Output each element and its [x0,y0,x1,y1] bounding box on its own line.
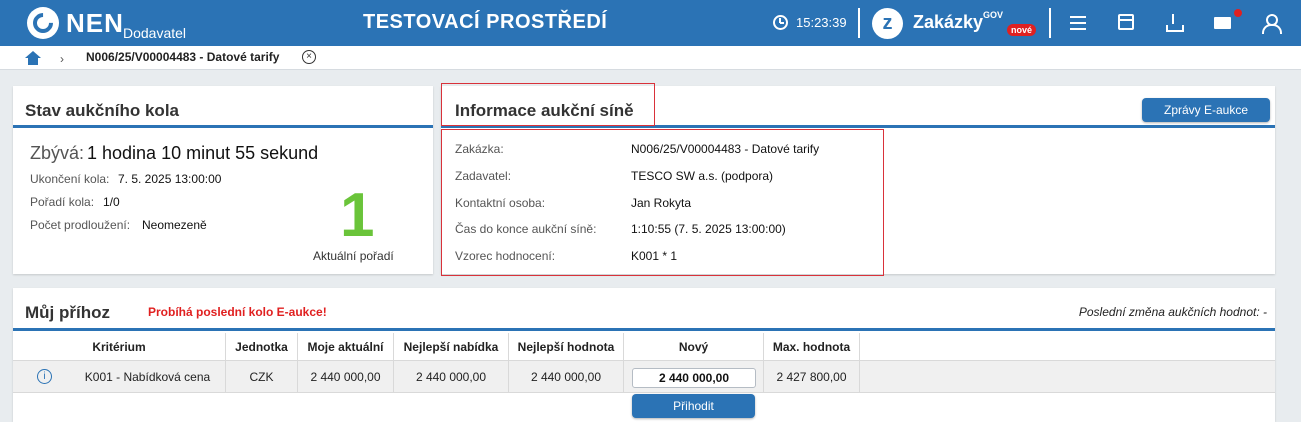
info-value: K001 * 1 [631,249,678,263]
info-value: Jan Rokyta [631,196,692,210]
close-tab-icon[interactable]: × [302,50,316,64]
user-icon[interactable] [1261,13,1282,34]
column-header-new: Nový [678,340,709,354]
new-badge: nové [1007,24,1037,36]
round-status-title: Stav aukčního kola [25,101,179,120]
extensions-label: Počet prodloužení: [30,218,131,232]
calendar-icon[interactable] [1118,14,1134,30]
info-label: Čas do konce aukční síně: [455,222,597,236]
info-value: N006/25/V00004483 - Datové tarify [631,142,820,156]
remaining-value: 1 hodina 10 minut 55 sekund [87,143,319,163]
divider [858,8,860,38]
zakazky-logo-icon[interactable]: z [872,8,903,39]
zakazky-link[interactable]: Zakázky [913,12,983,33]
mail-icon[interactable] [1214,17,1231,29]
auction-messages-button[interactable]: Zprávy E-aukce [1142,98,1270,122]
column-header-criterion: Kritérium [92,340,146,354]
divider [1049,8,1051,38]
round-end-label: Ukončení kola: [30,172,110,186]
place-bid-button[interactable]: Přihodit [632,394,755,418]
nen-logo-icon[interactable] [27,7,59,39]
chevron-right-icon: › [60,52,64,66]
logo-subtitle: Dodavatel [123,25,187,41]
download-icon[interactable] [1164,13,1184,33]
clock-icon [773,15,788,30]
logo-text[interactable]: NEN [66,8,124,39]
extensions-value: Neomezeně [142,218,207,232]
last-round-warning: Probíhá poslední kolo E-aukce! [148,305,327,319]
max-value-cell: 2 427 800,00 [776,370,847,384]
my-current-cell: 2 440 000,00 [310,370,381,384]
info-label: Vzorec hodnocení: [455,249,556,263]
current-rank-caption: Aktuální pořadí [313,249,394,263]
column-divider [859,333,860,392]
info-value: 1:10:55 (7. 5. 2025 13:00:00) [631,222,786,236]
info-value: TESCO SW a.s. (podpora) [631,169,774,183]
home-icon[interactable] [25,51,41,65]
auction-info-title: Informace aukční síně [455,101,634,120]
round-end-value: 7. 5. 2025 13:00:00 [118,172,222,186]
new-bid-input[interactable]: 2 440 000,00 [632,368,756,388]
column-header-best-offer: Nejlepší nabídka [403,340,499,354]
unit-cell: CZK [249,370,274,384]
title-rule [13,125,433,128]
round-order-label: Pořadí kola: [30,195,95,209]
info-label: Kontaktní osoba: [455,196,546,210]
criterion-cell: K001 - Nabídková cena [84,370,211,384]
title-rule [13,328,1275,331]
round-order-value: 1/0 [103,195,120,209]
last-change-text: Poslední změna aukčních hodnot: - [1078,305,1267,319]
best-offer-cell: 2 440 000,00 [415,370,487,384]
environment-title: TESTOVACÍ PROSTŘEDÍ [363,11,608,33]
breadcrumb-current[interactable]: N006/25/V00004483 - Datové tarify [86,50,279,64]
row-divider [13,392,1275,393]
zakazky-gov-label: GOV [983,10,1004,20]
breadcrumb: › N006/25/V00004483 - Datové tarify × [0,46,1301,70]
top-bar: NEN Dodavatel TESTOVACÍ PROSTŘEDÍ 15:23:… [0,0,1301,46]
info-label: Zadavatel: [455,169,512,183]
info-label: Zakázka: [455,142,504,156]
menu-icon[interactable] [1068,13,1088,33]
my-bid-title: Můj příhoz [25,303,110,322]
column-header-best-value: Nejlepší hodnota [517,340,615,354]
column-header-my-current: Moje aktuální [307,340,384,354]
remaining-label: Zbývá: [30,143,85,163]
current-rank: 1 [340,181,375,250]
best-value-cell: 2 440 000,00 [530,370,602,384]
clock-time: 15:23:39 [796,15,847,30]
info-icon[interactable]: i [37,369,52,384]
column-header-max-value: Max. hodnota [772,340,851,354]
column-header-unit: Jednotka [235,340,288,354]
notification-dot [1234,9,1242,17]
